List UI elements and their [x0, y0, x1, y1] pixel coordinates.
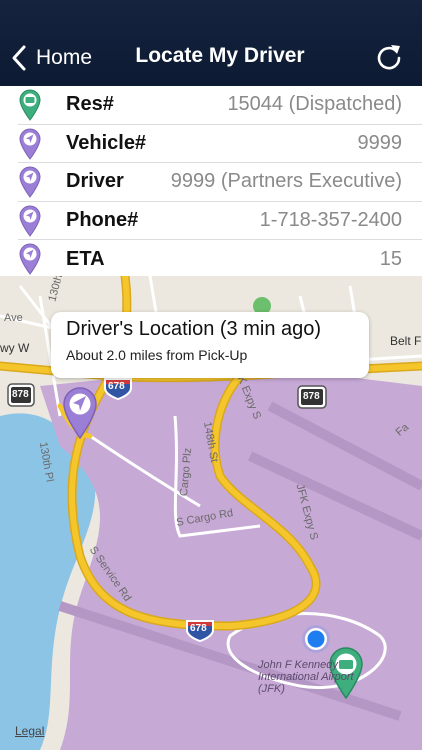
info-value: 1-718-357-2400	[259, 208, 402, 231]
info-row-vehicle: Vehicle# 9999	[18, 125, 422, 163]
navigation-bar: Home Locate My Driver	[0, 0, 422, 86]
info-row-phone[interactable]: Phone# 1-718-357-2400	[18, 202, 422, 240]
shield-678-bottom-text: 678	[190, 623, 207, 634]
driver-location-callout[interactable]: Driver's Location (3 min ago) About 2.0 …	[51, 312, 369, 378]
location-pin-icon	[19, 205, 41, 237]
map-label-airport: John F Kennedy International Airport (JF…	[258, 659, 354, 695]
callout-subtitle: About 2.0 miles from Pick-Up	[66, 347, 248, 363]
map-label-ave: Ave	[4, 312, 23, 324]
shield-878-left-text: 878	[12, 389, 29, 400]
current-location-dot	[302, 625, 330, 653]
info-value: 9999	[357, 131, 403, 154]
refresh-icon[interactable]	[374, 42, 404, 72]
info-label: Phone#	[66, 208, 139, 231]
nav-content: Home Locate My Driver	[0, 30, 422, 86]
callout-title: Driver's Location (3 min ago)	[66, 318, 322, 340]
shield-678-top-text: 678	[108, 381, 125, 392]
dispatch-pin-icon	[19, 89, 41, 121]
map-label-belt: Belt F	[390, 334, 422, 348]
legal-link[interactable]: Legal	[15, 724, 44, 738]
location-pin-icon	[19, 128, 41, 160]
info-value: 15	[379, 247, 402, 270]
location-pin-icon	[19, 166, 41, 198]
info-row-eta: ETA 15	[18, 240, 422, 279]
info-label: Vehicle#	[66, 131, 147, 154]
page-title: Locate My Driver	[135, 44, 305, 67]
location-pin-icon	[19, 243, 41, 275]
info-value: 9999 (Partners Executive)	[170, 170, 402, 193]
shield-878-right-text: 878	[303, 391, 320, 402]
info-row-driver: Driver 9999 (Partners Executive)	[18, 163, 422, 202]
info-row-res: Res# 15044 (Dispatched)	[18, 86, 422, 125]
info-value: 15044 (Dispatched)	[227, 93, 402, 116]
info-label: Res#	[66, 93, 114, 116]
reservation-info-list: Res# 15044 (Dispatched) Vehicle# 9999 Dr…	[0, 86, 422, 279]
map-label-pkwy: wy W	[0, 341, 30, 355]
info-label: Driver	[66, 170, 124, 193]
info-label: ETA	[66, 247, 105, 270]
